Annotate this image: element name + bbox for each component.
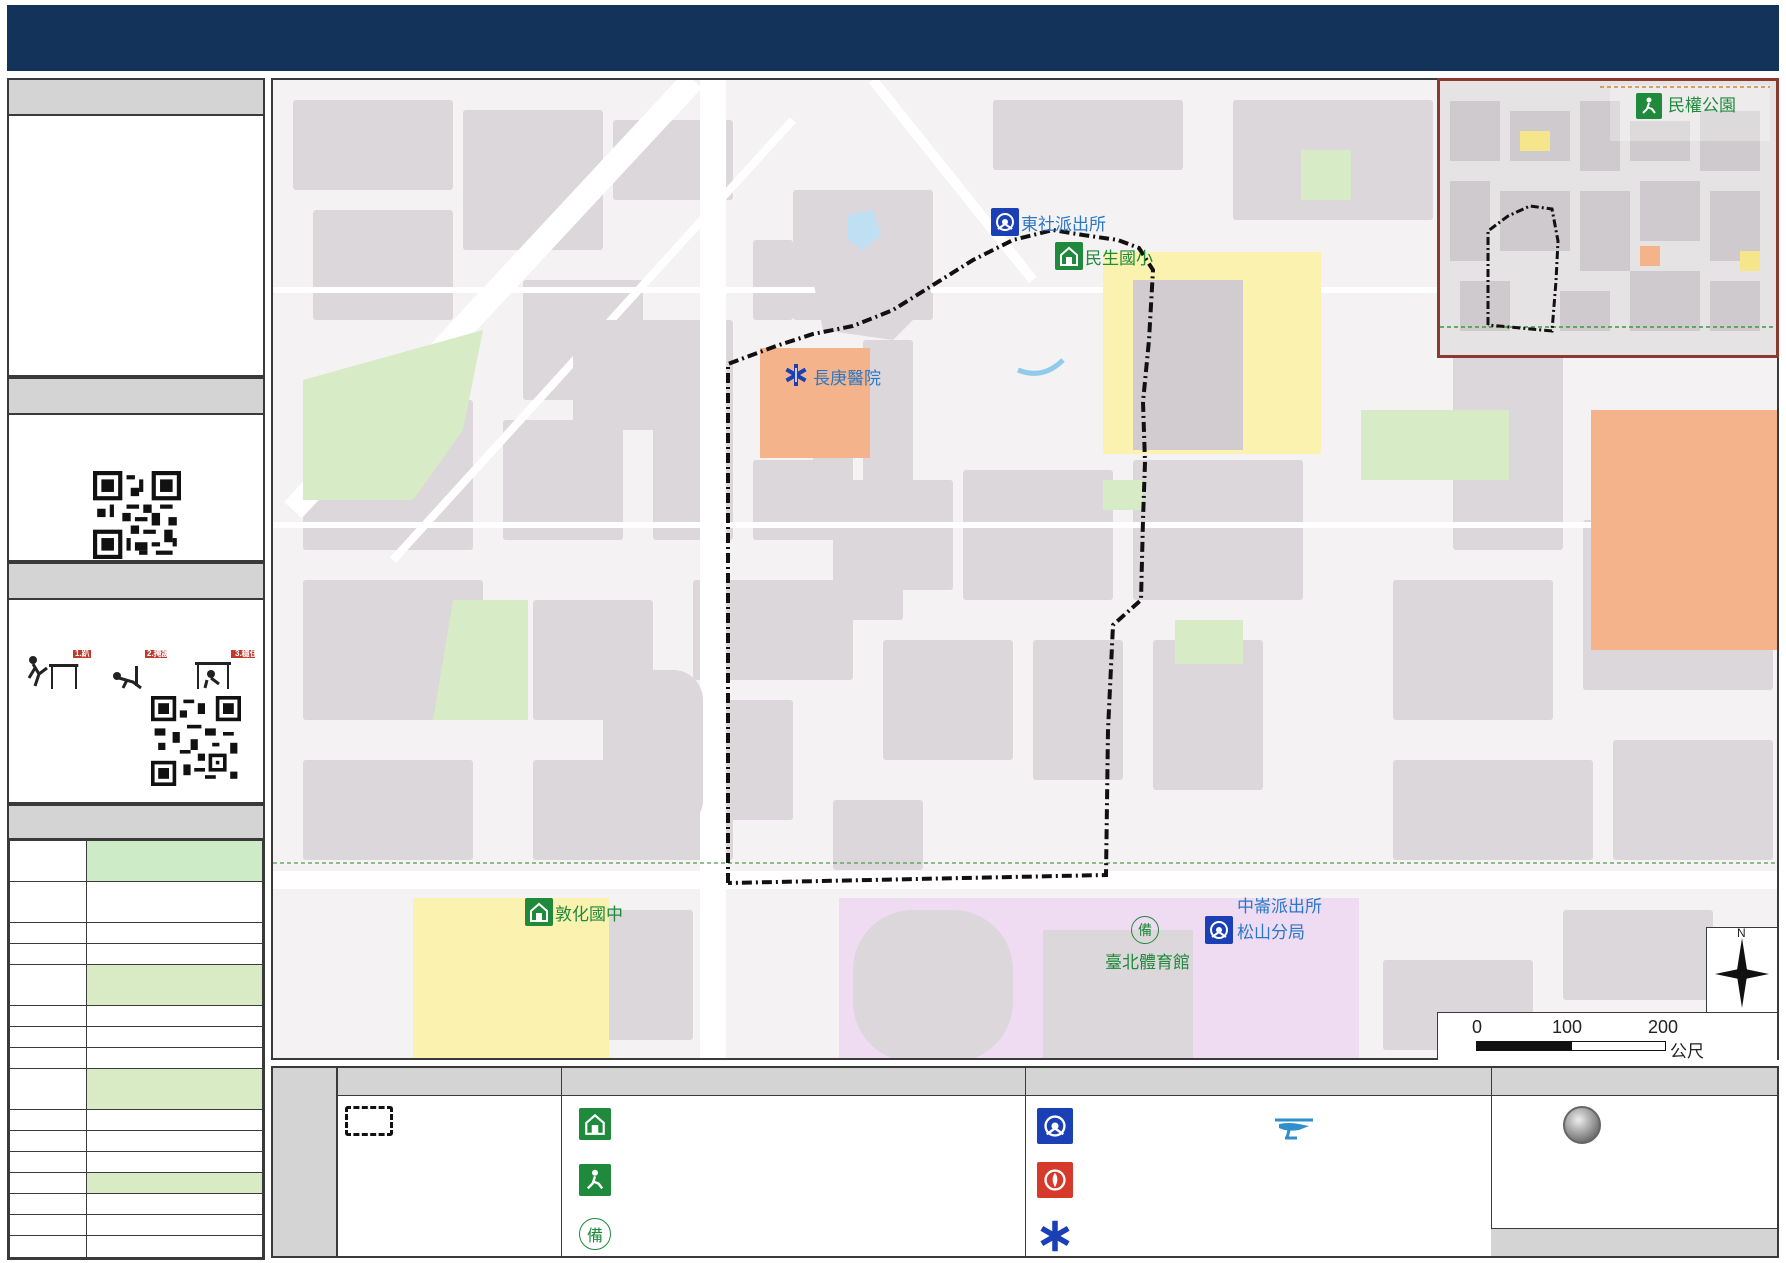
legend-divider <box>337 1068 338 1256</box>
scale-tick-100: 100 <box>1552 1017 1583 1037</box>
fire-station-icon <box>1037 1162 1073 1198</box>
info-cell <box>86 1047 263 1069</box>
assembly-point-icon <box>1563 1106 1601 1144</box>
info-cell <box>9 1235 87 1258</box>
info-cell <box>9 840 87 882</box>
info-panel <box>7 804 265 1260</box>
info-cell <box>9 964 87 1006</box>
info-cell <box>86 840 263 882</box>
police-station-icon <box>991 208 1019 236</box>
hospital-icon <box>783 362 809 393</box>
legend-boundary-symbol <box>345 1106 393 1136</box>
cover-step-label: 2.掩護 <box>147 649 170 658</box>
inset-map[interactable]: 民權公園 <box>1437 78 1779 358</box>
info-cell <box>9 1130 87 1152</box>
legend-divider <box>1025 1068 1026 1256</box>
legend-footer-row <box>1491 1228 1777 1256</box>
scale-bar: 0 100 200 公尺 <box>1437 1012 1777 1062</box>
info-cell <box>86 922 263 944</box>
info-cell <box>9 1109 87 1131</box>
qr-panel <box>7 377 265 562</box>
info-cell <box>9 1214 87 1236</box>
helipad-icon <box>1269 1112 1319 1147</box>
north-label: N <box>1737 926 1746 940</box>
info-cell <box>86 1235 263 1258</box>
info-cell <box>9 881 87 923</box>
info-cell <box>86 1068 263 1110</box>
info-cell <box>9 1068 87 1110</box>
info-cell <box>9 1193 87 1215</box>
label-minquan-park: 民權公園 <box>1668 96 1736 116</box>
info-cell <box>9 943 87 965</box>
overview-panel-heading <box>9 80 263 116</box>
info-cell <box>86 1214 263 1236</box>
earthquake-panel-heading <box>9 564 263 600</box>
info-panel-heading <box>9 806 263 840</box>
park-icon <box>579 1164 611 1196</box>
hold-step-figure: 3.穩住 <box>191 646 261 692</box>
scale-tick-0: 0 <box>1472 1017 1483 1037</box>
reserve-shelter-icon: 備 <box>579 1218 611 1250</box>
reserve-shelter-icon: 備 <box>1131 916 1159 944</box>
info-cell <box>86 943 263 965</box>
info-cell <box>9 1026 87 1048</box>
shelter-school-icon <box>525 898 553 926</box>
overview-panel <box>7 78 265 377</box>
drop-step-figure: 1.趴下 <box>23 646 93 692</box>
legend-divider <box>561 1068 562 1256</box>
shelter-school-icon <box>1055 242 1083 270</box>
earthquake-qr-code[interactable] <box>151 696 241 786</box>
cover-step-figure: 2.掩護 <box>107 646 177 692</box>
legend-side-label <box>273 1068 337 1256</box>
info-cell <box>86 1193 263 1215</box>
info-cell <box>86 1109 263 1131</box>
info-cell <box>86 881 263 923</box>
legend: 備 <box>271 1066 1779 1258</box>
label-songshan-precinct: 松山分局 <box>1237 923 1305 943</box>
info-cell <box>86 964 263 1006</box>
info-cell <box>9 1047 87 1069</box>
police-station-icon <box>1205 916 1233 944</box>
drop-step-label: 1.趴下 <box>75 649 90 669</box>
reserve-symbol: 備 <box>1138 923 1152 939</box>
north-arrow: N <box>1706 926 1778 1013</box>
scale-bar-black <box>1476 1041 1571 1051</box>
label-dongshe-police: 東社派出所 <box>1021 215 1106 235</box>
label-zhonglun-police: 中崙派出所 <box>1237 897 1322 917</box>
inset-base <box>1440 81 1776 355</box>
info-cell <box>86 1130 263 1152</box>
info-cell <box>9 1151 87 1173</box>
info-cell <box>86 1026 263 1048</box>
legend-header-row <box>337 1068 1777 1096</box>
qr-code[interactable] <box>93 471 181 559</box>
police-station-icon <box>1037 1108 1073 1144</box>
qr-panel-heading <box>9 379 263 415</box>
shelter-school-icon <box>579 1108 611 1140</box>
label-taipei-gym: 臺北體育館 <box>1105 953 1190 973</box>
earthquake-panel: 1.趴下 2.掩護 3.穩住 <box>7 562 265 804</box>
scale-bar-white <box>1571 1041 1666 1051</box>
info-table <box>9 840 263 1258</box>
scale-tick-200: 200 <box>1648 1017 1679 1037</box>
hold-step-label: 3.穩住 <box>235 649 258 658</box>
info-cell <box>86 1151 263 1173</box>
label-changgung-hospital: 長庚醫院 <box>813 369 881 389</box>
label-dunhua-school: 敦化國中 <box>555 905 623 925</box>
park-icon <box>1636 93 1662 119</box>
label-minsheng-school: 民生國小 <box>1085 249 1153 269</box>
reserve-symbol: 備 <box>586 1226 603 1245</box>
info-cell <box>9 1005 87 1027</box>
info-cell <box>9 922 87 944</box>
header-bar <box>7 5 1779 71</box>
info-cell <box>86 1005 263 1027</box>
scale-unit: 公尺 <box>1670 1042 1704 1062</box>
info-cell <box>86 1172 263 1194</box>
hospital-icon <box>1037 1218 1073 1259</box>
info-cell <box>9 1172 87 1194</box>
